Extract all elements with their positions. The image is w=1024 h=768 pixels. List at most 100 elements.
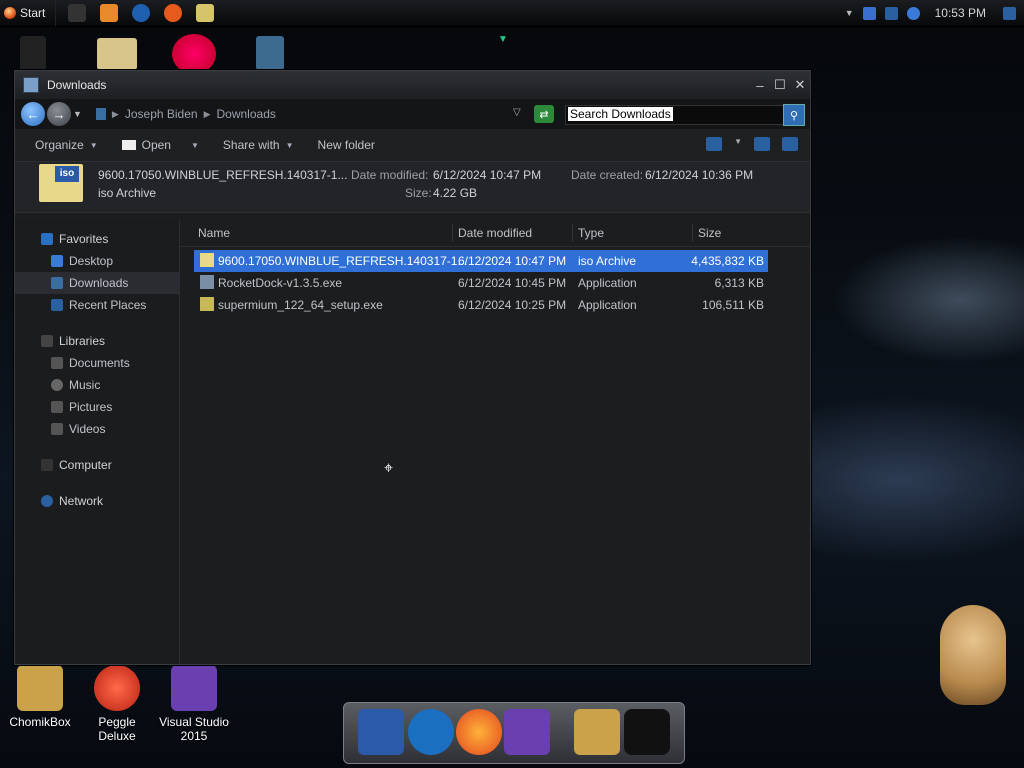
desktop-icon-visual-studio[interactable]: Visual Studio 2015 <box>158 665 230 743</box>
folder-icon <box>23 77 39 93</box>
app-icon[interactable] <box>68 4 87 22</box>
flag-icon[interactable] <box>1003 6 1016 20</box>
dock-firefox-icon[interactable] <box>456 709 502 755</box>
address-dropdown-icon[interactable]: ▽ <box>513 107 521 118</box>
column-date-modified[interactable]: Date modified <box>458 226 532 240</box>
dock-trash-icon[interactable] <box>624 709 670 755</box>
nav-item-documents[interactable]: Documents <box>15 352 179 374</box>
nav-favorites[interactable]: Favorites <box>15 228 179 250</box>
chevron-up-icon[interactable]: ▼ <box>845 8 854 18</box>
start-button[interactable]: Start <box>0 0 57 26</box>
navigation-pane: Favorites Desktop Downloads Recent Place… <box>15 220 180 664</box>
dock-visual-studio-icon[interactable] <box>504 709 550 755</box>
breadcrumb-separator-icon[interactable]: ▶ <box>112 109 119 120</box>
nav-item-label: Pictures <box>69 400 113 414</box>
column-type[interactable]: Type <box>578 226 604 240</box>
media-player-icon[interactable] <box>100 4 119 22</box>
title-bar[interactable]: Downloads – ☐ ✕ <box>15 71 810 99</box>
explorer-icon[interactable] <box>196 4 215 22</box>
details-date-created-label: Date created: <box>571 168 644 182</box>
table-row[interactable]: 9600.17050.WINBLUE_REFRESH.140317-1... 6… <box>194 250 768 272</box>
nav-item-desktop[interactable]: Desktop <box>15 250 179 272</box>
gadget-icon[interactable]: ▼ <box>498 34 526 45</box>
chomikbox-icon <box>17 665 63 711</box>
desktop-icon-peggle[interactable]: Peggle Deluxe <box>81 665 153 743</box>
organize-button[interactable]: Organize ▼ <box>23 138 110 152</box>
help-icon[interactable] <box>782 137 798 151</box>
dock-network-icon[interactable] <box>408 709 454 755</box>
nav-item-recent-places[interactable]: Recent Places <box>15 294 179 316</box>
peggle-icon <box>94 665 140 711</box>
breadcrumb-separator-icon[interactable]: ▶ <box>204 109 211 120</box>
window-body: Favorites Desktop Downloads Recent Place… <box>15 220 810 664</box>
file-date: 6/12/2024 10:25 PM <box>458 298 567 312</box>
refresh-button[interactable]: ⇄ <box>534 105 554 123</box>
peggle-top-icon[interactable] <box>172 34 216 74</box>
nav-item-downloads[interactable]: Downloads <box>15 272 179 294</box>
change-view-icon[interactable] <box>706 137 723 151</box>
speaker-icon[interactable] <box>906 6 920 20</box>
clock[interactable]: 10:53 PM <box>935 6 986 20</box>
music-icon <box>51 379 63 391</box>
table-row[interactable]: supermium_122_64_setup.exe 6/12/2024 10:… <box>194 294 768 316</box>
nav-item-label: Desktop <box>69 254 114 268</box>
recycle-bin-icon[interactable] <box>20 36 46 72</box>
file-size: 106,511 KB <box>702 298 764 312</box>
breadcrumb-user[interactable]: Joseph Biden <box>125 107 198 121</box>
file-list: Name Date modified Type Size 9600.17050.… <box>180 220 810 664</box>
downloads-icon <box>51 277 63 289</box>
network-icon[interactable] <box>862 6 876 20</box>
column-name[interactable]: Name <box>198 226 230 240</box>
share-with-button[interactable]: Share with ▼ <box>211 138 306 152</box>
address-bar: ← → ▼ ▶ Joseph Biden ▶ Downloads ▽ ⇄ Sea… <box>15 99 810 129</box>
mouse-cursor-icon: ⌖ <box>384 460 394 477</box>
nav-libraries[interactable]: Libraries <box>15 330 179 352</box>
libraries-icon <box>41 335 53 347</box>
visual-studio-label: Visual Studio 2015 <box>159 715 229 743</box>
chevron-down-icon[interactable]: ▼ <box>191 141 199 150</box>
pc-shortcut-icon[interactable] <box>256 36 284 70</box>
command-bar: Organize ▼ Open ▼ Share with ▼ New folde… <box>15 129 810 161</box>
hamster-icon <box>940 605 1006 705</box>
folder-shortcut-icon[interactable] <box>97 38 137 70</box>
forward-button[interactable]: → <box>47 102 71 126</box>
maximize-button[interactable]: ☐ <box>770 75 790 95</box>
breadcrumb-downloads[interactable]: Downloads <box>217 107 276 121</box>
chevron-down-icon: ▼ <box>285 140 294 150</box>
monitor-icon[interactable] <box>884 6 898 20</box>
nav-item-label: Videos <box>69 422 106 436</box>
minimize-button[interactable]: – <box>750 75 770 95</box>
dock-tools-icon[interactable] <box>574 709 620 755</box>
nav-item-music[interactable]: Music <box>15 374 179 396</box>
details-date-modified: 6/12/2024 10:47 PM <box>433 168 542 182</box>
recent-pages-chevron-icon[interactable]: ▼ <box>73 109 82 119</box>
nav-computer[interactable]: Computer <box>15 454 179 476</box>
firefox-icon[interactable] <box>164 4 183 22</box>
details-pane: iso 9600.17050.WINBLUE_REFRESH.140317-1.… <box>15 161 810 213</box>
nav-item-videos[interactable]: Videos <box>15 418 179 440</box>
setup-file-icon <box>200 297 214 311</box>
peggle-label: Peggle Deluxe <box>98 715 136 743</box>
search-icon[interactable]: ⚲ <box>783 104 805 126</box>
share-with-label: Share with <box>222 138 280 152</box>
nav-item-pictures[interactable]: Pictures <box>15 396 179 418</box>
preview-pane-icon[interactable] <box>754 137 770 151</box>
dock-monitor-icon[interactable] <box>358 709 404 755</box>
open-button[interactable]: Open ▼ <box>110 138 211 152</box>
close-button[interactable]: ✕ <box>790 75 810 95</box>
column-size[interactable]: Size <box>698 226 721 240</box>
file-type: Application <box>578 276 637 290</box>
taskbar: Start ▼ 10:53 PM <box>0 0 1024 27</box>
back-button[interactable]: ← <box>21 102 45 126</box>
exe-file-icon <box>200 275 214 289</box>
chevron-down-icon[interactable]: ▼ <box>734 137 742 151</box>
network-globe-icon <box>41 495 53 507</box>
desktop-icon-chomikbox[interactable]: ChomikBox <box>4 665 76 729</box>
new-folder-button[interactable]: New folder <box>306 138 387 152</box>
videos-icon <box>51 423 63 435</box>
table-row[interactable]: RocketDock-v1.3.5.exe 6/12/2024 10:45 PM… <box>194 272 768 294</box>
edge-icon[interactable] <box>132 4 151 22</box>
search-input[interactable]: Search Downloads <box>565 105 785 125</box>
view-controls: ▼ <box>706 137 798 151</box>
nav-network[interactable]: Network <box>15 490 179 512</box>
